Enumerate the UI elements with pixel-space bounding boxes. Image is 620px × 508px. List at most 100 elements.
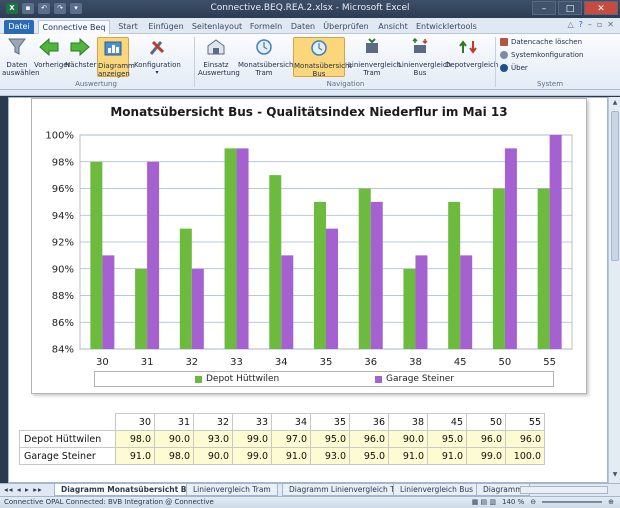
konfiguration-button[interactable]: Konfiguration ▾ xyxy=(134,37,181,77)
monatsuebersicht-tram-button[interactable]: Monatsübersicht Tram xyxy=(238,37,296,77)
minimize-icon[interactable]: – xyxy=(532,1,556,15)
table-header-cell[interactable]: 31 xyxy=(154,413,194,431)
table-header-cell[interactable]: 45 xyxy=(427,413,467,431)
tab-datei[interactable]: Datei xyxy=(4,20,34,34)
table-cell[interactable]: 95.0 xyxy=(427,430,467,448)
window-minimize-icon[interactable]: – xyxy=(588,20,592,29)
tab-start[interactable]: Start xyxy=(114,20,142,34)
table-cell[interactable]: 96.0 xyxy=(505,430,545,448)
x-tick-label: 50 xyxy=(499,357,512,368)
naechster-button[interactable]: Nächster xyxy=(65,37,96,69)
table-header-cell[interactable]: 50 xyxy=(466,413,506,431)
bar-garage-steiner xyxy=(147,161,160,349)
tab-ueberpruefen[interactable]: Überprüfen xyxy=(322,20,370,34)
table-cell[interactable]: 95.0 xyxy=(310,430,350,448)
bar-depot-huettwilen xyxy=(90,161,103,349)
cache-icon xyxy=(500,38,508,46)
view-buttons-icon[interactable]: ▦ ▤ ▥ xyxy=(472,498,496,506)
y-tick-label: 98% xyxy=(52,157,74,168)
tab-ansicht[interactable]: Ansicht xyxy=(374,20,412,34)
table-cell[interactable]: 90.0 xyxy=(388,430,428,448)
table-header-cell[interactable]: 55 xyxy=(505,413,545,431)
tab-formeln[interactable]: Formeln xyxy=(248,20,284,34)
depotvergleich-button[interactable]: Depotvergleich xyxy=(445,37,498,69)
compare-icon xyxy=(366,38,378,53)
table-cell[interactable]: 96.0 xyxy=(349,430,389,448)
table-cell[interactable]: 98.0 xyxy=(154,447,194,465)
x-tick-label: 38 xyxy=(409,357,422,368)
tab-connective-beq[interactable]: Connective Beq xyxy=(38,20,110,34)
monatsuebersicht-bus-button[interactable]: Monatsübersicht Bus xyxy=(293,37,352,78)
sheet-tab-diagramm-monatsuebersicht-bus[interactable]: Diagramm Monatsübersicht Bus xyxy=(54,484,204,496)
linienvergleich-tram-button[interactable]: Linienvergleich Tram xyxy=(348,37,401,77)
row-label[interactable]: Garage Steiner xyxy=(19,447,116,465)
table-cell[interactable]: 99.0 xyxy=(232,430,272,448)
vertical-scrollbar[interactable]: ▲ ▼ xyxy=(608,97,620,483)
table-cell[interactable]: 95.0 xyxy=(349,447,389,465)
sheet-tab-linienvergleich-bus[interactable]: Linienvergleich Bus xyxy=(393,484,481,496)
table-cell[interactable]: 91.0 xyxy=(115,447,155,465)
chart[interactable]: Monatsübersicht Bus - Qualitätsindex Nie… xyxy=(31,98,587,394)
tab-einfuegen[interactable]: Einfügen xyxy=(146,20,186,34)
table-cell[interactable]: 99.0 xyxy=(466,447,506,465)
window-close-icon[interactable]: ✕ xyxy=(607,20,614,29)
ribbon-separator xyxy=(495,37,496,87)
x-tick-label: 36 xyxy=(364,357,377,368)
table-cell[interactable]: 100.0 xyxy=(505,447,545,465)
chart-icon xyxy=(104,41,122,56)
horizontal-scrollbar[interactable] xyxy=(520,486,608,494)
zoom-in-icon[interactable]: ⊕ xyxy=(608,498,614,506)
maximize-icon[interactable]: □ xyxy=(558,1,582,15)
zoom-level[interactable]: 140 % xyxy=(502,498,524,506)
help-icon[interactable]: ? xyxy=(579,20,583,29)
table-cell[interactable]: 99.0 xyxy=(232,447,272,465)
diagramm-anzeigen-button[interactable]: Diagramm anzeigen xyxy=(97,37,135,78)
collapse-ribbon-icon[interactable]: △ xyxy=(567,20,573,29)
table-header-cell[interactable]: 33 xyxy=(232,413,272,431)
datencache-loeschen-button[interactable]: Datencache löschen xyxy=(500,38,582,46)
close-icon[interactable]: ✕ xyxy=(584,1,618,15)
table-header-cell[interactable]: 34 xyxy=(271,413,311,431)
table-cell[interactable]: 90.0 xyxy=(193,447,233,465)
systemkonfiguration-button[interactable]: Systemkonfiguration xyxy=(500,51,584,59)
scroll-down-icon[interactable]: ▼ xyxy=(611,471,619,481)
sheet-nav-icon[interactable]: ◂◂ ◂ ▸ ▸▸ xyxy=(4,484,43,496)
table-header-cell[interactable]: 35 xyxy=(310,413,350,431)
table-header-cell[interactable]: 30 xyxy=(115,413,155,431)
table-cell[interactable]: 93.0 xyxy=(193,430,233,448)
ribbon: Daten auswählen Vorheriger Nächster Diag… xyxy=(0,34,620,90)
table-cell[interactable]: 91.0 xyxy=(271,447,311,465)
row-label[interactable]: Depot Hüttwilen xyxy=(19,430,116,448)
tab-seitenlayout[interactable]: Seitenlayout xyxy=(190,20,244,34)
formula-bar-strip xyxy=(0,90,620,96)
table-cell[interactable]: 93.0 xyxy=(310,447,350,465)
daten-auswaehlen-button[interactable]: Daten auswählen xyxy=(2,37,40,77)
einsatz-auswertung-button[interactable]: Einsatz Auswertung xyxy=(198,37,240,77)
table-cell[interactable]: 90.0 xyxy=(154,430,194,448)
table-cell[interactable]: 96.0 xyxy=(466,430,506,448)
x-tick-label: 35 xyxy=(320,357,333,368)
linienvergleich-bus-button[interactable]: Linienvergleich Bus xyxy=(398,37,451,77)
vorheriger-button[interactable]: Vorheriger xyxy=(34,37,70,69)
tab-entwicklertools[interactable]: Entwicklertools xyxy=(416,20,477,34)
table-header-cell[interactable]: 36 xyxy=(349,413,389,431)
window-restore-icon[interactable]: ▫ xyxy=(597,20,602,29)
table-header-cell[interactable]: 32 xyxy=(193,413,233,431)
table-cell[interactable]: 91.0 xyxy=(388,447,428,465)
table-cell[interactable]: 98.0 xyxy=(115,430,155,448)
ueber-button[interactable]: Über xyxy=(500,64,528,72)
tab-daten[interactable]: Daten xyxy=(288,20,318,34)
scroll-up-icon[interactable]: ▲ xyxy=(611,99,619,109)
table-cell[interactable]: 97.0 xyxy=(271,430,311,448)
worksheet[interactable]: Monatsübersicht Bus - Qualitätsindex Nie… xyxy=(8,97,608,483)
y-tick-label: 92% xyxy=(52,238,74,249)
sheet-tab-linienvergleich-tram[interactable]: Linienvergleich Tram xyxy=(186,484,278,496)
scrollbar-thumb[interactable] xyxy=(611,111,619,261)
zoom-out-icon[interactable]: ⊖ xyxy=(530,498,536,506)
bar-depot-huettwilen xyxy=(403,268,416,349)
table-header-cell[interactable]: 38 xyxy=(388,413,428,431)
ribbon-separator xyxy=(194,37,195,87)
zoom-slider[interactable] xyxy=(542,501,603,503)
table-cell[interactable]: 91.0 xyxy=(427,447,467,465)
title-bar: X ▪ ↶ ↷ ▾ Connective.BEQ.REA.2.xlsx - Mi… xyxy=(0,0,620,18)
